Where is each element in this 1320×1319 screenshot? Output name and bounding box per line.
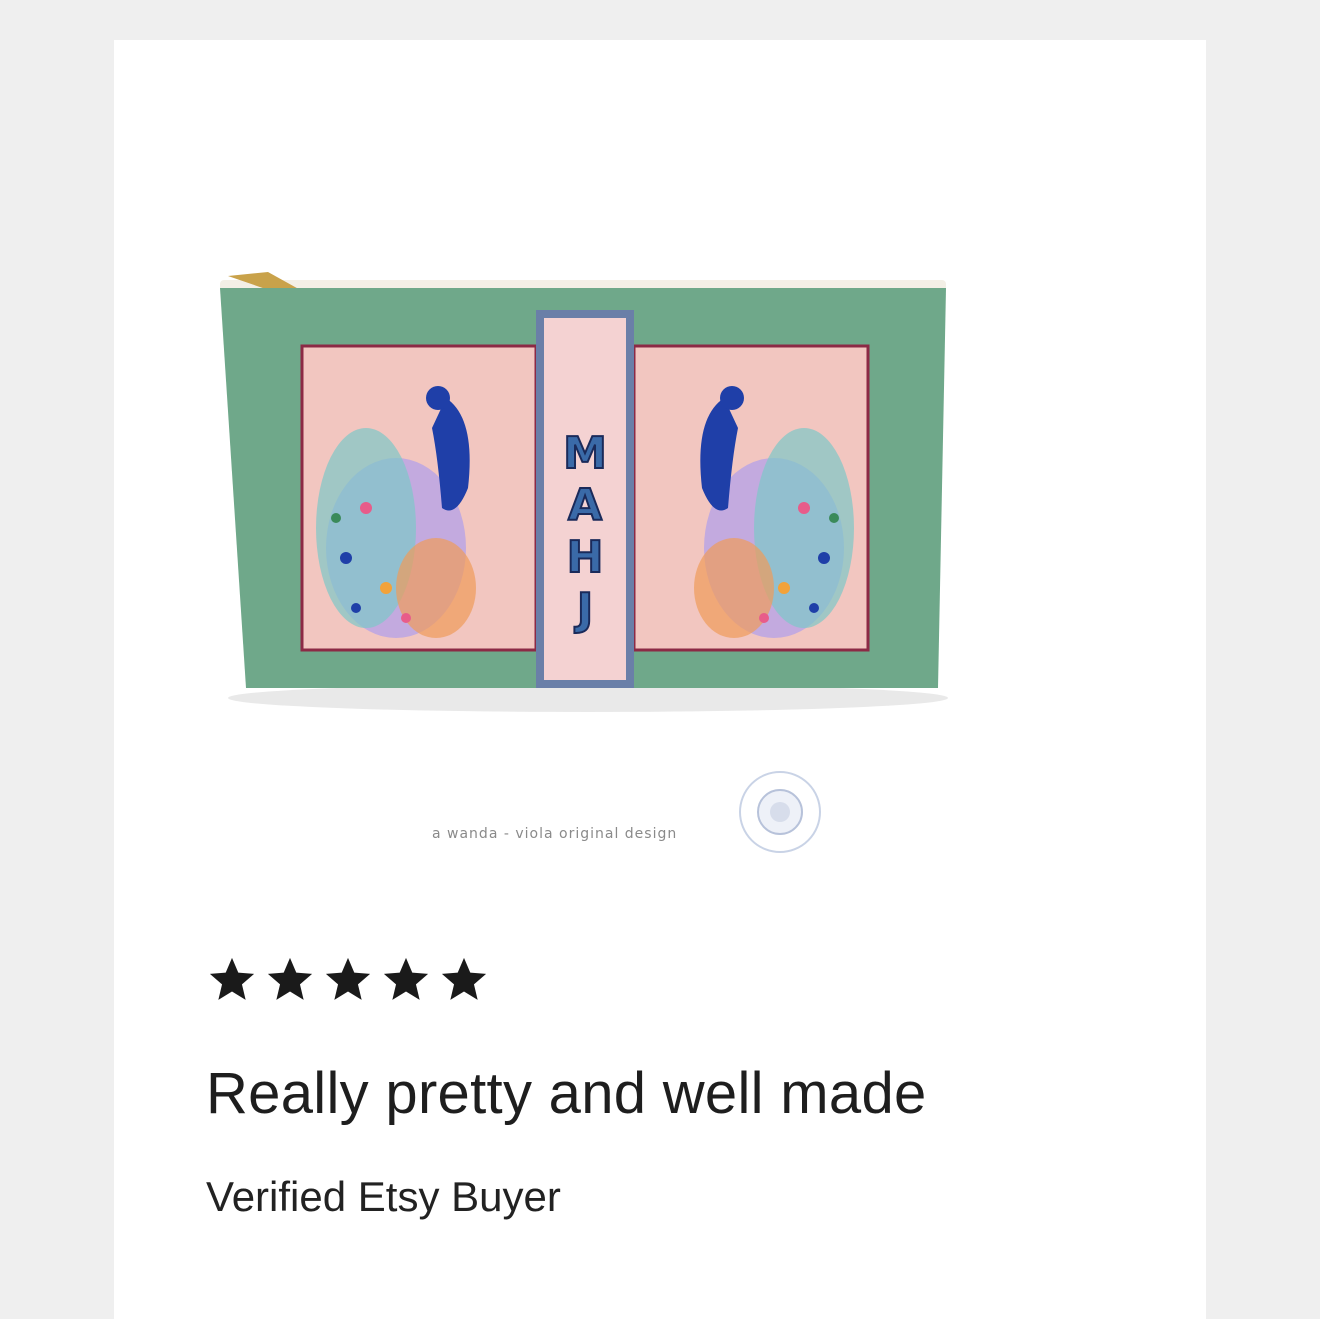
star-filled-icon: [267, 957, 313, 1000]
watermark-text: a wanda - viola original design: [432, 826, 678, 842]
star-filled-icon: [383, 957, 429, 1000]
review-title: Really pretty and well made: [206, 1061, 927, 1126]
bag-label-letter: A: [568, 480, 602, 531]
reviewer-name: Verified Etsy Buyer: [206, 1173, 561, 1220]
star-filled-icon: [441, 957, 487, 1000]
star-filled-icon: [325, 957, 371, 1000]
brand-seal-icon: [739, 771, 821, 853]
product-photo[interactable]: M A H J: [206, 258, 970, 714]
bag-label-letter: H: [567, 532, 604, 583]
bag-label-letter: M: [563, 428, 607, 479]
star-filled-icon: [209, 957, 255, 1000]
review-card: M A H J a wanda - viola original design …: [114, 40, 1206, 1319]
brand-watermark: a wanda - viola original design: [432, 764, 832, 874]
bag-label-letter: J: [574, 584, 593, 635]
star-rating: [206, 954, 490, 1006]
